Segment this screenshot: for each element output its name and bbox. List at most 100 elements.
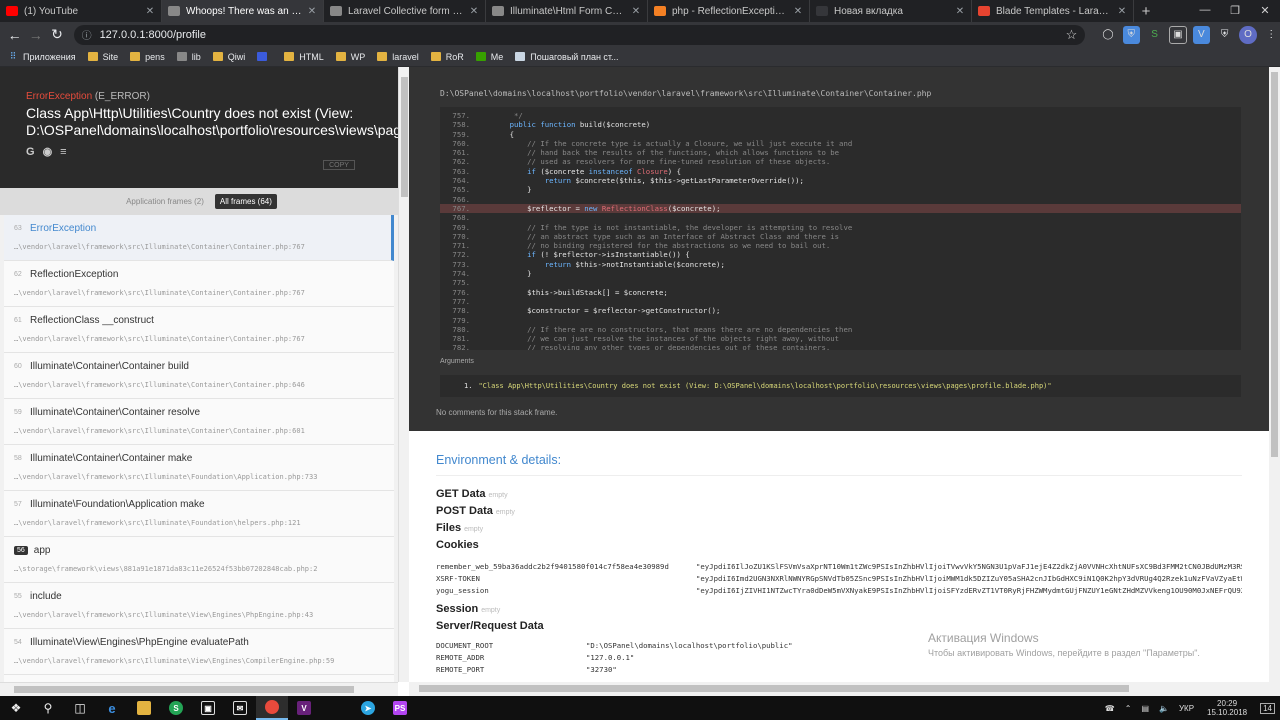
edge-browser-icon[interactable]: e	[96, 696, 128, 720]
arguments-list: 1. "Class App\Http\Utilities\Country doe…	[440, 375, 1241, 397]
people-icon[interactable]: ☎	[1105, 704, 1115, 713]
bookmark-item[interactable]: WP	[335, 52, 365, 62]
maximize-icon[interactable]: ❐	[1220, 0, 1250, 20]
stack-frame[interactable]: 58 Illuminate\Container\Container make …\v…	[4, 445, 394, 491]
file-explorer-icon[interactable]	[128, 696, 160, 720]
bookmark-item[interactable]: Site	[87, 52, 118, 62]
copy-button[interactable]: COPY	[323, 160, 355, 170]
start-windows-icon[interactable]: ❖	[0, 696, 32, 720]
menu-dots-icon[interactable]: ⋮	[1263, 26, 1280, 44]
stack-frame[interactable]: 56 app …\storage\framework\views\881a91e18…	[4, 537, 394, 583]
network-icon[interactable]: ▤	[1141, 704, 1149, 713]
tray-up-arrow-icon[interactable]: ⌃	[1125, 704, 1132, 713]
bookmark-item[interactable]: Qiwi	[212, 52, 245, 62]
bookmark-item[interactable]: Me	[475, 52, 503, 62]
line-number: 774.	[452, 269, 470, 279]
bookmark-item[interactable]: Пошаговый план ст...	[515, 52, 619, 62]
telegram-icon[interactable]: ➤	[352, 696, 384, 720]
stack-frame[interactable]: 60 Illuminate\Container\Container build …\…	[4, 353, 394, 399]
store-icon[interactable]: ▣	[192, 696, 224, 720]
task-view-icon[interactable]: ◫	[64, 696, 96, 720]
bookmark-star-icon[interactable]: ☆	[1066, 27, 1078, 43]
extension-window-icon[interactable]: ▣	[1169, 25, 1187, 44]
bookmark-item[interactable]	[257, 52, 272, 61]
tab-close-icon[interactable]: ✕	[307, 6, 317, 17]
clock[interactable]: 20:29 15.10.2018	[1207, 699, 1247, 717]
profile-avatar-icon[interactable]: O	[1239, 25, 1257, 44]
browser-tab[interactable]: php - ReflectionException: Class ... ✕	[648, 0, 810, 22]
bookmark-item[interactable]: RoR	[430, 52, 464, 62]
google-search-icon[interactable]: G	[26, 146, 35, 158]
extension-circle-icon[interactable]: ◯	[1099, 26, 1116, 44]
stack-frame[interactable]: 61 ReflectionClass __construct …\vendor\la…	[4, 307, 394, 353]
bookmark-item[interactable]: lib	[176, 52, 201, 62]
back-arrow-icon[interactable]: ←	[4, 24, 25, 46]
address-bar[interactable]: ⓘ 127.0.0.1:8000/profile ☆	[73, 24, 1086, 45]
duckduckgo-search-icon[interactable]: ◉	[43, 145, 53, 158]
volume-icon[interactable]: 🔈	[1159, 704, 1169, 713]
line-number: 781.	[452, 334, 470, 344]
scrollbar-thumb[interactable]	[14, 686, 354, 693]
code-file-path[interactable]: D:\OSPanel\domains\localhost\portfolio\v…	[440, 89, 931, 98]
s-app-icon[interactable]: S	[160, 696, 192, 720]
frame-file: …\vendor\laravel\framework\src\Illuminat…	[14, 381, 305, 389]
bookmark-item[interactable]: laravel	[377, 52, 419, 62]
scrollbar-thumb[interactable]	[401, 77, 408, 197]
browser-tab[interactable]: Blade Templates - Laravel - The P... ✕	[972, 0, 1134, 22]
browser-tab[interactable]: Новая вкладка ✕	[810, 0, 972, 22]
extension-shield-icon[interactable]: ⛨	[1122, 25, 1140, 44]
notifications-badge[interactable]: 14	[1260, 702, 1275, 714]
code-line: 776. $this->buildStack[] = $concrete;	[440, 288, 1241, 297]
stack-frame[interactable]: 62 ReflectionException …\vendor\laravel\fr…	[4, 261, 394, 307]
bookmark-item[interactable]: pens	[130, 52, 165, 62]
close-window-icon[interactable]: ✕	[1250, 0, 1280, 20]
bookmark-item[interactable]: ⠿ Приложения	[8, 51, 76, 62]
address-url[interactable]: 127.0.0.1:8000/profile	[100, 29, 1066, 41]
scrollbar-thumb[interactable]	[419, 685, 1129, 692]
left-horizontal-scrollbar[interactable]	[0, 682, 398, 696]
stack-frame[interactable]: 55 include …\vendor\laravel\framework\src\…	[4, 583, 394, 629]
search-icon[interactable]: ⚲	[32, 696, 64, 720]
stack-frame[interactable]: 59 Illuminate\Container\Container resolve…	[4, 399, 394, 445]
stack-frame[interactable]: 63 ErrorException …\vendor\laravel\framewo…	[4, 215, 394, 261]
stack-frame[interactable]: 57 Illuminate\Foundation\Application make…	[4, 491, 394, 537]
frame-file: …\storage\framework\views\881a91e1871da8…	[14, 565, 318, 573]
stackoverflow-search-icon[interactable]: ≡	[60, 146, 66, 158]
browser-tab[interactable]: (1) YouTube ✕	[0, 0, 162, 22]
browser-tab[interactable]: Illuminate\Html Form Country D... ✕	[486, 0, 648, 22]
blank-app-icon[interactable]	[320, 696, 352, 720]
left-panel-scrollbar[interactable]	[398, 67, 409, 682]
browser-tab[interactable]: Whoops! There was an error. ✕	[162, 0, 324, 22]
blank-tab-icon	[816, 6, 828, 16]
no-comments-text: No comments for this stack frame.	[436, 408, 558, 417]
tab-close-icon[interactable]: ✕	[793, 6, 803, 17]
reload-icon[interactable]: ↻	[46, 24, 67, 46]
stack-frame[interactable]: 54 Illuminate\View\Engines\PhpEngine eval…	[4, 629, 394, 675]
visual-studio-icon[interactable]: V	[288, 696, 320, 720]
chrome-icon[interactable]	[256, 696, 288, 720]
extension-v-icon[interactable]: V	[1192, 25, 1210, 44]
minimize-icon[interactable]: —	[1190, 0, 1220, 20]
scrollbar-thumb[interactable]	[1271, 72, 1278, 457]
tab-close-icon[interactable]: ✕	[1117, 6, 1127, 17]
tab-close-icon[interactable]: ✕	[955, 6, 965, 17]
mail-icon[interactable]: ✉	[224, 696, 256, 720]
all-frames-button[interactable]: All frames (64)	[214, 194, 277, 209]
site-info-icon[interactable]: ⓘ	[82, 27, 92, 42]
extension-s-icon[interactable]: S	[1146, 26, 1163, 44]
phpstorm-icon[interactable]: PS	[384, 696, 416, 720]
tab-close-icon[interactable]: ✕	[631, 6, 641, 17]
language-indicator[interactable]: УКР	[1179, 704, 1194, 713]
forward-arrow-icon[interactable]: →	[25, 24, 46, 46]
extension-shield2-icon[interactable]: ⛨	[1216, 26, 1233, 44]
folder-icon	[430, 52, 441, 61]
tab-close-icon[interactable]: ✕	[469, 6, 479, 17]
application-frames-button[interactable]: Application frames (2)	[121, 194, 209, 209]
new-tab-button[interactable]: +	[1134, 0, 1158, 22]
page-icon	[330, 6, 342, 16]
right-horizontal-scrollbar[interactable]	[409, 682, 1269, 696]
browser-tab[interactable]: Laravel Collective form Country d... ✕	[324, 0, 486, 22]
right-panel-scrollbar[interactable]	[1269, 67, 1280, 696]
tab-close-icon[interactable]: ✕	[145, 6, 155, 17]
bookmark-item[interactable]: HTML	[284, 52, 324, 62]
